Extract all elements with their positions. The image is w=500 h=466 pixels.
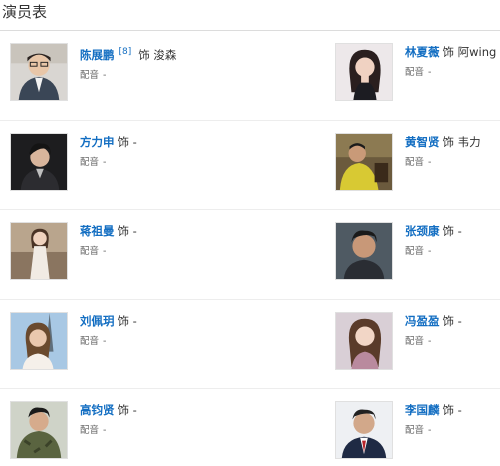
voice-label: 配音 <box>80 157 100 168</box>
row-divider <box>0 299 500 300</box>
role-name: - <box>132 135 137 149</box>
role-name: - <box>457 403 462 417</box>
voice-label: 配音 <box>405 336 425 347</box>
actor-name-link[interactable]: 林夏薇 <box>405 45 440 59</box>
cast-card: 蒋祖曼饰 - 配音 - <box>10 222 250 286</box>
row-divider <box>0 388 500 389</box>
role-prefix: 饰 <box>117 224 130 238</box>
role-prefix: 饰 <box>442 45 455 59</box>
role-prefix: 饰 <box>117 135 130 149</box>
actor-photo-image <box>11 223 67 279</box>
voice-actor: - <box>428 336 432 347</box>
voice-label: 配音 <box>405 67 425 78</box>
title-divider <box>0 30 500 31</box>
actor-photo[interactable] <box>10 222 68 280</box>
actor-photo[interactable] <box>10 312 68 370</box>
cast-card: 方力申饰 - 配音 - <box>10 133 250 197</box>
role-name: - <box>132 224 137 238</box>
actor-photo-image <box>336 134 392 190</box>
actor-name-link[interactable]: 黄智贤 <box>405 135 440 149</box>
role-name: - <box>457 314 462 328</box>
section-title: 演员表 <box>2 3 48 21</box>
role-name: 阿wing <box>457 45 497 59</box>
cast-card: 张颈康饰 - 配音 - <box>335 222 500 286</box>
actor-name-link[interactable]: 方力申 <box>80 135 115 149</box>
actor-photo[interactable] <box>335 222 393 280</box>
actor-name-link[interactable]: 李国麟 <box>405 403 440 417</box>
voice-actor: - <box>103 336 107 347</box>
voice-actor: - <box>428 246 432 257</box>
actor-name-link[interactable]: 冯盈盈 <box>405 314 440 328</box>
role-prefix: 饰 <box>442 403 455 417</box>
voice-actor: - <box>103 425 107 436</box>
row-divider <box>0 120 500 121</box>
role-name: - <box>457 224 462 238</box>
role-name: 韦力 <box>457 135 481 149</box>
row-divider <box>0 209 500 210</box>
voice-actor: - <box>428 425 432 436</box>
cast-card: 黄智贤饰 韦力 配音 - <box>335 133 500 197</box>
voice-actor: - <box>103 157 107 168</box>
cast-card: 陈展鹏 [8] 饰 浚森 配音 - <box>10 43 250 107</box>
actor-photo-image <box>11 44 67 100</box>
role-name: - <box>132 403 137 417</box>
voice-label: 配音 <box>405 246 425 257</box>
actor-photo-image <box>11 313 67 369</box>
actor-photo[interactable] <box>335 133 393 191</box>
role-prefix: 饰 <box>138 47 150 62</box>
actor-photo-image <box>336 313 392 369</box>
actor-name-link[interactable]: 陈展鹏 <box>80 48 115 62</box>
actor-photo-image <box>336 223 392 279</box>
voice-label: 配音 <box>405 425 425 436</box>
voice-label: 配音 <box>80 69 100 81</box>
actor-photo-image <box>336 402 392 458</box>
reference-link[interactable]: [8] <box>119 47 132 57</box>
actor-photo[interactable] <box>10 133 68 191</box>
actor-name-link[interactable]: 刘佩玥 <box>80 314 115 328</box>
actor-photo-image <box>336 44 392 100</box>
voice-label: 配音 <box>80 246 100 257</box>
actor-photo-image <box>11 134 67 190</box>
voice-actor: - <box>103 246 107 257</box>
actor-photo[interactable] <box>335 43 393 101</box>
voice-actor: - <box>428 157 432 168</box>
cast-card: 冯盈盈饰 - 配音 - <box>335 312 500 376</box>
role-prefix: 饰 <box>442 224 455 238</box>
voice-label: 配音 <box>405 157 425 168</box>
actor-photo-image <box>11 402 67 458</box>
cast-card: 林夏薇饰 阿wing 配音 - <box>335 43 500 107</box>
role-name: - <box>132 314 137 328</box>
voice-actor: - <box>103 69 107 81</box>
role-prefix: 饰 <box>442 314 455 328</box>
actor-name-link[interactable]: 蒋祖曼 <box>80 224 115 238</box>
actor-photo[interactable] <box>10 401 68 459</box>
actor-photo[interactable] <box>335 312 393 370</box>
actor-photo[interactable] <box>335 401 393 459</box>
role-prefix: 饰 <box>117 314 130 328</box>
voice-label: 配音 <box>80 425 100 436</box>
role-prefix: 饰 <box>117 403 130 417</box>
role-prefix: 饰 <box>442 135 455 149</box>
cast-card: 李国麟饰 - 配音 - <box>335 401 500 465</box>
role-name: 浚森 <box>153 47 177 62</box>
actor-name-link[interactable]: 张颈康 <box>405 224 440 238</box>
actor-name-link[interactable]: 高钧贤 <box>80 403 115 417</box>
actor-photo[interactable] <box>10 43 68 101</box>
voice-label: 配音 <box>80 336 100 347</box>
voice-actor: - <box>428 67 432 78</box>
cast-card: 高钧贤饰 - 配音 - <box>10 401 250 465</box>
cast-card: 刘佩玥饰 - 配音 - <box>10 312 250 376</box>
